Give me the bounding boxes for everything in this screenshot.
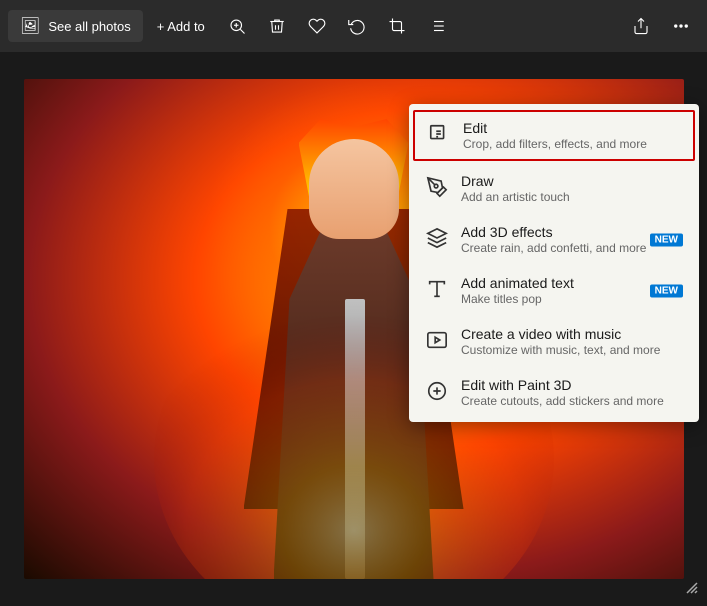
3d-icon <box>425 226 449 250</box>
add3d-badge: NEW <box>650 233 683 246</box>
crop-button[interactable] <box>379 8 415 44</box>
main-image-area: Edit Crop, add filters, effects, and mor… <box>0 52 707 606</box>
menu-item-paint3d[interactable]: Edit with Paint 3D Create cutouts, add s… <box>409 367 699 418</box>
edit-icon <box>427 122 451 146</box>
delete-icon <box>268 17 286 35</box>
draw-icon <box>425 175 449 199</box>
draw-text: Draw Add an artistic touch <box>461 173 683 204</box>
add-to-button[interactable]: + Add to <box>147 13 215 40</box>
edit-desc: Crop, add filters, effects, and more <box>463 137 681 151</box>
video-music-desc: Customize with music, text, and more <box>461 343 683 357</box>
add-to-label: + Add to <box>157 19 205 34</box>
paint3d-title: Edit with Paint 3D <box>461 377 683 393</box>
paint3d-desc: Create cutouts, add stickers and more <box>461 394 683 408</box>
menu-item-add3d[interactable]: Add 3D effects Create rain, add confetti… <box>409 214 699 265</box>
menu-item-edit[interactable]: Edit Crop, add filters, effects, and mor… <box>413 110 695 161</box>
video-music-icon <box>425 328 449 352</box>
animated-text-icon <box>425 277 449 301</box>
photos-icon: 🖼 <box>20 16 40 36</box>
toolbar: 🖼 See all photos + Add to <box>0 0 707 52</box>
draw-title: Draw <box>461 173 683 189</box>
video-music-title: Create a video with music <box>461 326 683 342</box>
animated-text-badge: NEW <box>650 284 683 297</box>
menu-item-animated-text[interactable]: Add animated text Make titles pop NEW <box>409 265 699 316</box>
share-button[interactable] <box>623 8 659 44</box>
delete-button[interactable] <box>259 8 295 44</box>
enhance-icon <box>428 17 446 35</box>
share-icon <box>632 17 650 35</box>
more-button[interactable] <box>663 8 699 44</box>
rotate-icon <box>348 17 366 35</box>
resize-handle[interactable] <box>685 581 699 598</box>
resize-icon <box>685 581 699 595</box>
paint3d-icon <box>425 379 449 403</box>
video-music-text: Create a video with music Customize with… <box>461 326 683 357</box>
rotate-button[interactable] <box>339 8 375 44</box>
more-icon <box>672 17 690 35</box>
zoom-button[interactable] <box>219 8 255 44</box>
heart-icon <box>308 17 326 35</box>
see-all-photos-label: See all photos <box>48 19 130 34</box>
zoom-icon <box>228 17 246 35</box>
menu-item-draw[interactable]: Draw Add an artistic touch <box>409 163 699 214</box>
favorite-button[interactable] <box>299 8 335 44</box>
crop-icon <box>388 17 406 35</box>
menu-item-video-music[interactable]: Create a video with music Customize with… <box>409 316 699 367</box>
see-all-photos-button[interactable]: 🖼 See all photos <box>8 10 143 42</box>
draw-desc: Add an artistic touch <box>461 190 683 204</box>
edit-title: Edit <box>463 120 681 136</box>
dropdown-menu: Edit Crop, add filters, effects, and mor… <box>409 104 699 422</box>
enhance-button[interactable] <box>419 8 455 44</box>
edit-text: Edit Crop, add filters, effects, and mor… <box>463 120 681 151</box>
paint3d-text: Edit with Paint 3D Create cutouts, add s… <box>461 377 683 408</box>
